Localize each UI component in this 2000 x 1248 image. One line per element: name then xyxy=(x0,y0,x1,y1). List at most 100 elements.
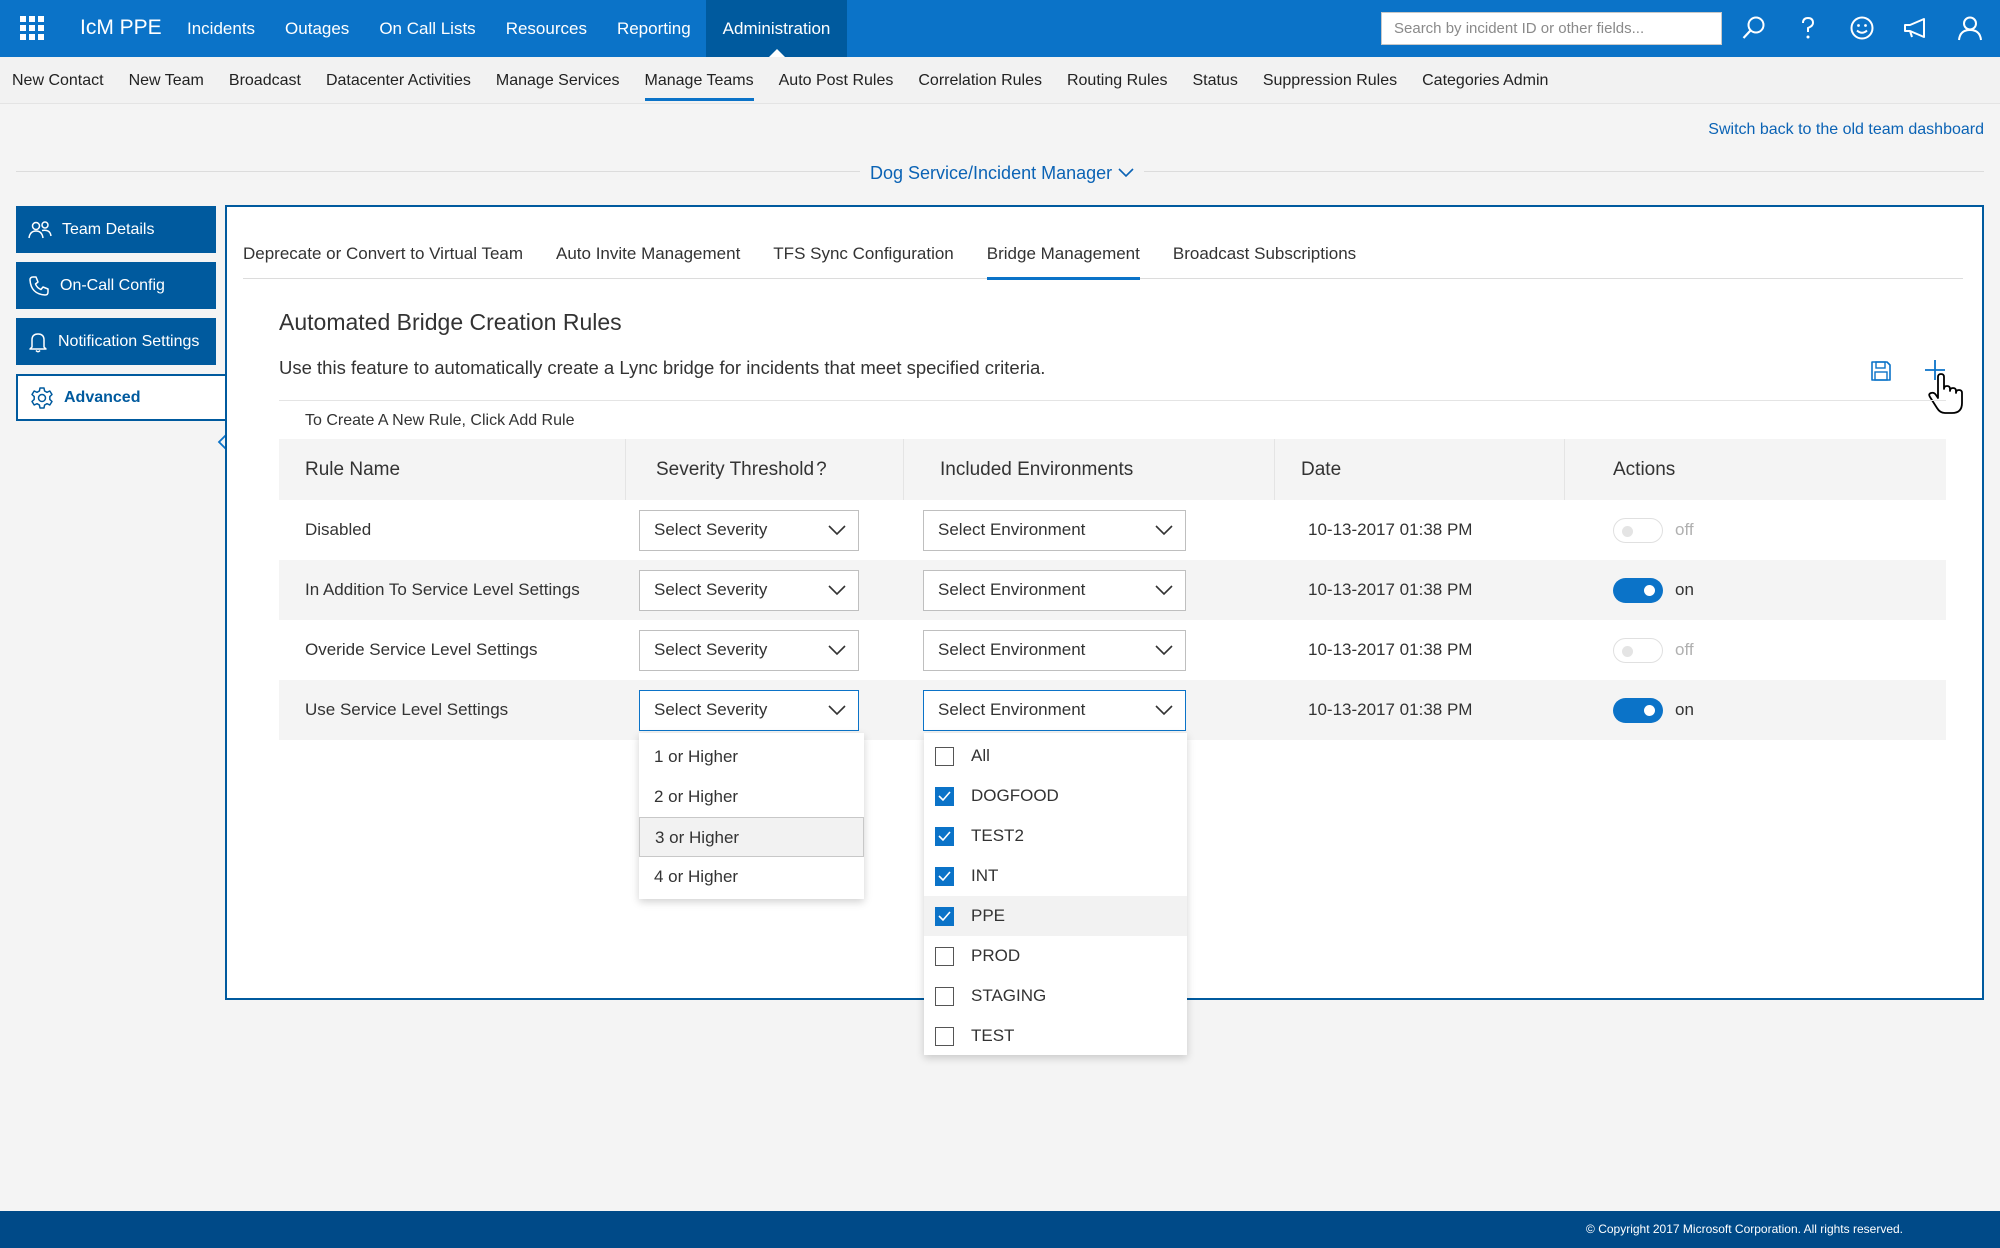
checkbox[interactable] xyxy=(935,746,954,766)
subnav-datacenter-activities[interactable]: Datacenter Activities xyxy=(326,57,471,104)
actions-cell: off xyxy=(1565,500,1946,560)
table-row: Disabled Select Severity Select Environm… xyxy=(279,500,1946,560)
tab-bridge-management[interactable]: Bridge Management xyxy=(986,237,1140,280)
severity-select[interactable]: Select Severity xyxy=(639,689,859,731)
table-row: Overide Service Level Settings Select Se… xyxy=(279,620,1946,680)
severity-cell: Select Severity xyxy=(626,680,904,740)
subnav-new-contact[interactable]: New Contact xyxy=(12,57,104,104)
subnav-routing-rules[interactable]: Routing Rules xyxy=(1067,57,1168,104)
side-nav-on-call-config[interactable]: On-Call Config xyxy=(16,262,216,309)
toggle-label: on xyxy=(1675,700,1694,719)
tab-tfs-sync[interactable]: TFS Sync Configuration xyxy=(773,237,953,279)
environment-option-int[interactable]: INT xyxy=(924,856,1187,896)
smiley-feedback-icon[interactable] xyxy=(1847,13,1877,43)
subnav-status[interactable]: Status xyxy=(1192,57,1237,104)
chevron-down-icon xyxy=(828,645,846,656)
rule-toggle[interactable] xyxy=(1613,577,1663,603)
app-brand[interactable]: IcM PPE xyxy=(80,16,162,40)
side-nav-label: Team Details xyxy=(62,220,155,238)
team-selector[interactable]: Dog Service/Incident Manager xyxy=(860,161,1145,185)
environment-option-ppe[interactable]: PPE xyxy=(924,896,1187,936)
top-nav-on-call-lists[interactable]: On Call Lists xyxy=(364,0,490,57)
save-icon[interactable] xyxy=(1870,360,1892,382)
chevron-down-icon xyxy=(828,705,846,716)
environment-option-label: PROD xyxy=(971,946,1021,965)
checkbox-checked[interactable] xyxy=(935,826,954,846)
severity-select-value: Select Severity xyxy=(654,520,768,539)
top-nav-resources[interactable]: Resources xyxy=(491,0,602,57)
header-rule-name: Rule Name xyxy=(279,439,626,500)
subnav-suppression-rules[interactable]: Suppression Rules xyxy=(1263,57,1397,104)
environment-option-label: DOGFOOD xyxy=(971,786,1059,805)
top-nav-outages[interactable]: Outages xyxy=(270,0,364,57)
rule-toggle[interactable] xyxy=(1613,637,1663,663)
severity-select[interactable]: Select Severity xyxy=(639,509,859,551)
rule-date: 10-13-2017 01:38 PM xyxy=(1308,580,1473,599)
severity-dropdown: 1 or Higher 2 or Higher 3 or Higher 4 or… xyxy=(639,733,864,899)
rule-toggle[interactable] xyxy=(1613,697,1663,723)
subnav-manage-teams[interactable]: Manage Teams xyxy=(644,57,754,104)
top-nav: Incidents Outages On Call Lists Resource… xyxy=(172,0,848,57)
side-nav: Team Details On-Call Config Notification… xyxy=(16,206,228,451)
gear-icon xyxy=(31,386,53,409)
chevron-down-icon xyxy=(1118,168,1134,178)
subnav-correlation-rules[interactable]: Correlation Rules xyxy=(918,57,1042,104)
subnav-new-team[interactable]: New Team xyxy=(129,57,204,104)
copyright-text: © Copyright 2017 Microsoft Corporation. … xyxy=(1586,1222,1903,1236)
rule-toggle[interactable] xyxy=(1613,517,1663,543)
environment-option-dogfood[interactable]: DOGFOOD xyxy=(924,776,1187,816)
environment-option-test2[interactable]: TEST2 xyxy=(924,816,1187,856)
checkbox[interactable] xyxy=(935,986,954,1006)
checkbox[interactable] xyxy=(935,1026,954,1046)
search-box xyxy=(1381,12,1722,45)
severity-option[interactable]: 1 or Higher xyxy=(639,737,864,777)
help-icon[interactable] xyxy=(1793,13,1823,43)
side-nav-team-details[interactable]: Team Details xyxy=(16,206,216,253)
tab-broadcast-subscriptions[interactable]: Broadcast Subscriptions xyxy=(1173,237,1356,279)
checkbox[interactable] xyxy=(935,946,954,966)
tab-auto-invite[interactable]: Auto Invite Management xyxy=(556,237,740,279)
subnav-categories-admin[interactable]: Categories Admin xyxy=(1422,57,1548,104)
environment-select[interactable]: Select Environment xyxy=(923,509,1186,551)
top-nav-administration[interactable]: Administration xyxy=(705,0,848,57)
top-nav-reporting[interactable]: Reporting xyxy=(602,0,706,57)
environment-cell: Select Environment xyxy=(904,680,1275,740)
subnav-auto-post-rules[interactable]: Auto Post Rules xyxy=(779,57,894,104)
megaphone-icon[interactable] xyxy=(1901,13,1931,43)
subnav-broadcast[interactable]: Broadcast xyxy=(229,57,301,104)
subnav-manage-services[interactable]: Manage Services xyxy=(496,57,620,104)
environment-select[interactable]: Select Environment xyxy=(923,689,1186,731)
environment-select[interactable]: Select Environment xyxy=(923,569,1186,611)
side-nav-notification-settings[interactable]: Notification Settings xyxy=(16,318,216,365)
environment-option-all[interactable]: All xyxy=(924,736,1187,776)
environment-option-prod[interactable]: PROD xyxy=(924,936,1187,976)
team-selector-label: Dog Service/Incident Manager xyxy=(870,162,1113,183)
search-icon[interactable] xyxy=(1739,13,1769,43)
environment-select[interactable]: Select Environment xyxy=(923,629,1186,671)
top-nav-incidents[interactable]: Incidents xyxy=(172,0,270,57)
environment-select-value: Select Environment xyxy=(938,580,1086,599)
chevron-down-icon xyxy=(828,585,846,596)
checkbox-checked[interactable] xyxy=(935,906,954,926)
severity-select[interactable]: Select Severity xyxy=(639,569,859,611)
switch-old-dashboard-link[interactable]: Switch back to the old team dashboard xyxy=(1708,121,1984,139)
environment-option-test[interactable]: TEST xyxy=(924,1016,1187,1056)
severity-select[interactable]: Select Severity xyxy=(639,629,859,671)
app-launcher-icon[interactable] xyxy=(20,16,44,40)
help-icon[interactable]: ? xyxy=(816,459,827,480)
environment-option-label: TEST2 xyxy=(971,826,1024,845)
checkbox-checked[interactable] xyxy=(935,786,954,806)
search-input[interactable] xyxy=(1382,13,1721,44)
header-severity-threshold: Severity Threshold? xyxy=(626,439,904,500)
side-nav-advanced[interactable]: Advanced xyxy=(16,374,228,421)
severity-option[interactable]: 3 or Higher xyxy=(639,817,864,857)
severity-option[interactable]: 2 or Higher xyxy=(639,777,864,817)
header-actions: Actions xyxy=(1613,459,1676,480)
header-severity-label: Severity Threshold xyxy=(656,459,815,480)
severity-option[interactable]: 4 or Higher xyxy=(639,857,864,897)
header-date: Date xyxy=(1275,439,1565,500)
checkbox-checked[interactable] xyxy=(935,866,954,886)
tab-deprecate-convert[interactable]: Deprecate or Convert to Virtual Team xyxy=(243,237,523,279)
user-profile-icon[interactable] xyxy=(1955,13,1985,43)
environment-option-staging[interactable]: STAGING xyxy=(924,976,1187,1016)
